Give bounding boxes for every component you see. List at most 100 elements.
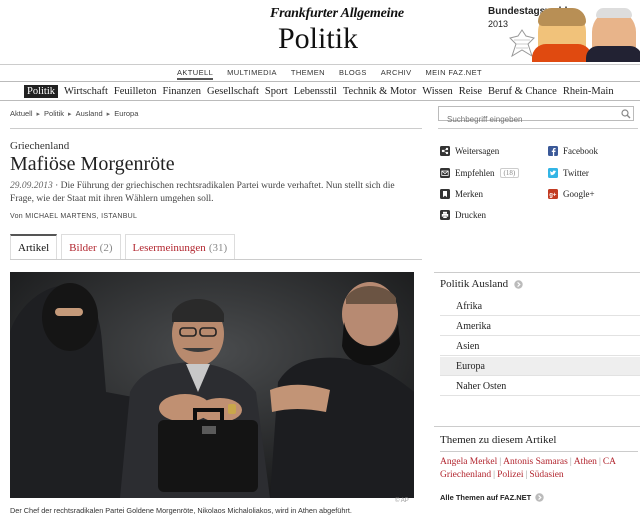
- tag-ca[interactable]: CA: [603, 457, 616, 467]
- ressort-politik[interactable]: Politik: [24, 84, 59, 98]
- topnav-themen[interactable]: THEMEN: [291, 68, 325, 80]
- themen-title: Themen zu diesem Artikel: [440, 434, 557, 446]
- breadcrumb-europa[interactable]: Europa: [114, 109, 138, 118]
- tag-angela-merkel[interactable]: Angela Merkel: [440, 457, 497, 467]
- tag-athen[interactable]: Athen: [574, 457, 597, 467]
- empfehlen-button[interactable]: Empfehlen (18): [440, 168, 520, 178]
- tag-separator: |: [598, 457, 601, 467]
- tab-bilder-count: (2): [99, 241, 113, 254]
- sidebar-item-europa[interactable]: Europa: [440, 357, 640, 376]
- photo-caption: Der Chef der rechtsradikalen Partei Gold…: [10, 506, 352, 515]
- divider: [10, 128, 422, 129]
- tag-separator: |: [525, 470, 528, 480]
- tag-suedasien[interactable]: Südasien: [529, 470, 563, 480]
- tag-antonis-samaras[interactable]: Antonis Samaras: [503, 457, 568, 467]
- search-icon[interactable]: [621, 109, 631, 119]
- breadcrumb-ausland[interactable]: Ausland: [76, 109, 103, 118]
- facebook-label: Facebook: [563, 146, 598, 156]
- weitersagen-label: Weitersagen: [455, 146, 500, 156]
- circle-arrow-icon: [535, 493, 544, 502]
- article-headline: Mafiöse Morgenröte: [10, 153, 175, 175]
- tab-leser-count: (31): [208, 241, 228, 254]
- brand-logo[interactable]: Frankfurter Allgemeine: [270, 6, 404, 22]
- ressort-sport[interactable]: Sport: [265, 86, 288, 97]
- sidebox-title[interactable]: Politik Ausland: [440, 278, 523, 290]
- candidate-jacket: [586, 46, 640, 62]
- topnav-blogs[interactable]: BLOGS: [339, 68, 367, 80]
- breadcrumb-politik[interactable]: Politik: [44, 109, 64, 118]
- ressort-wissen[interactable]: Wissen: [422, 86, 453, 97]
- facebook-button[interactable]: Facebook: [548, 146, 598, 156]
- sidebar-item-amerika[interactable]: Amerika: [440, 317, 640, 336]
- breadcrumb: Aktuell ▸ Politik ▸ Ausland ▸ Europa: [10, 109, 138, 118]
- search-input[interactable]: [439, 113, 619, 126]
- ressort-finanzen[interactable]: Finanzen: [163, 86, 202, 97]
- candidate-jacket: [532, 44, 592, 62]
- promo-year: 2013: [488, 19, 509, 29]
- weitersagen-button[interactable]: Weitersagen: [440, 146, 499, 156]
- divider: [434, 426, 640, 427]
- print-icon: [440, 210, 450, 220]
- ressort-rhein-main[interactable]: Rhein-Main: [563, 86, 614, 97]
- tab-leser-label: Lesermeinungen: [132, 241, 206, 254]
- ressort-wirtschaft[interactable]: Wirtschaft: [64, 86, 108, 97]
- chevron-right-icon: ▸: [36, 110, 41, 118]
- chevron-right-icon: ▸: [68, 110, 72, 118]
- topnav-aktuell[interactable]: AKTUELL: [177, 68, 214, 80]
- merken-button[interactable]: Merken: [440, 189, 483, 199]
- article-photo[interactable]: [10, 272, 414, 498]
- sidebar-item-afrika[interactable]: Afrika: [440, 297, 640, 316]
- ressort-gesellschaft[interactable]: Gesellschaft: [207, 86, 259, 97]
- tag-griechenland[interactable]: Griechenland: [440, 470, 491, 480]
- sidebar-item-naher-osten[interactable]: Naher Osten: [440, 377, 640, 396]
- masthead: Frankfurter Allgemeine Politik Bundestag…: [0, 0, 640, 64]
- breadcrumb-aktuell[interactable]: Aktuell: [10, 109, 33, 118]
- drucken-button[interactable]: Drucken: [440, 210, 486, 220]
- twitter-label: Twitter: [563, 168, 589, 178]
- topnav-archiv[interactable]: ARCHIV: [381, 68, 412, 80]
- topic-tags: Angela Merkel | Antonis Samaras | Athen | CA G…: [440, 456, 638, 482]
- google-plus-button[interactable]: g+ Google+: [548, 189, 595, 199]
- chevron-right-icon: ▸: [106, 110, 111, 118]
- bookmark-icon: [440, 189, 450, 199]
- merken-label: Merken: [455, 189, 483, 199]
- tab-bilder-label: Bilder: [69, 241, 97, 254]
- tab-lesermeinungen[interactable]: Lesermeinungen (31): [124, 234, 236, 260]
- ressort-technik-motor[interactable]: Technik & Motor: [343, 86, 416, 97]
- facebook-icon: [548, 146, 558, 156]
- drucken-label: Drucken: [455, 210, 486, 220]
- twitter-button[interactable]: Twitter: [548, 168, 589, 178]
- tag-separator: |: [569, 457, 572, 467]
- google-plus-icon: g+: [548, 189, 558, 199]
- divider: [434, 272, 640, 273]
- article-date: 29.09.2013: [10, 181, 53, 191]
- section-title[interactable]: Politik: [278, 22, 358, 56]
- alle-themen-link[interactable]: Alle Themen auf FAZ.NET: [440, 493, 544, 502]
- tab-artikel[interactable]: Artikel: [10, 234, 58, 260]
- topnav-multimedia[interactable]: MULTIMEDIA: [227, 68, 277, 80]
- tab-artikel-label: Artikel: [18, 242, 50, 254]
- tag-polizei[interactable]: Polizei: [497, 470, 523, 480]
- ressort-feuilleton[interactable]: Feuilleton: [114, 86, 157, 97]
- topnav-mein-faz[interactable]: MEIN FAZ.NET: [426, 68, 482, 80]
- divider: [438, 128, 638, 129]
- article-byline: Von MICHAEL MARTENS, ISTANBUL: [10, 213, 138, 220]
- divider: [440, 451, 638, 452]
- sidebar-item-asien[interactable]: Asien: [440, 337, 640, 356]
- twitter-icon: [548, 168, 558, 178]
- circle-arrow-icon: [514, 279, 523, 289]
- tab-bilder[interactable]: Bilder (2): [61, 234, 121, 260]
- article-teaser: 29.09.2013 · Die Führung der griechische…: [10, 180, 420, 206]
- tag-separator: |: [493, 470, 496, 480]
- candidate-hair: [596, 8, 632, 18]
- alle-themen-label: Alle Themen auf FAZ.NET: [440, 493, 532, 502]
- candidate-hair: [538, 8, 586, 26]
- tabs-baseline: [10, 259, 422, 260]
- ressort-lebensstil[interactable]: Lebensstil: [294, 86, 337, 97]
- sidebox-title-label: Politik Ausland: [440, 278, 509, 290]
- ressort-beruf-chance[interactable]: Beruf & Chance: [488, 86, 557, 97]
- ressort-reise[interactable]: Reise: [459, 86, 482, 97]
- empfehlen-label: Empfehlen: [455, 168, 495, 178]
- service-navigation: AKTUELL MULTIMEDIA THEMEN BLOGS ARCHIV M…: [0, 64, 640, 81]
- election-promo-banner[interactable]: Bundestagswahl 2013: [488, 2, 640, 62]
